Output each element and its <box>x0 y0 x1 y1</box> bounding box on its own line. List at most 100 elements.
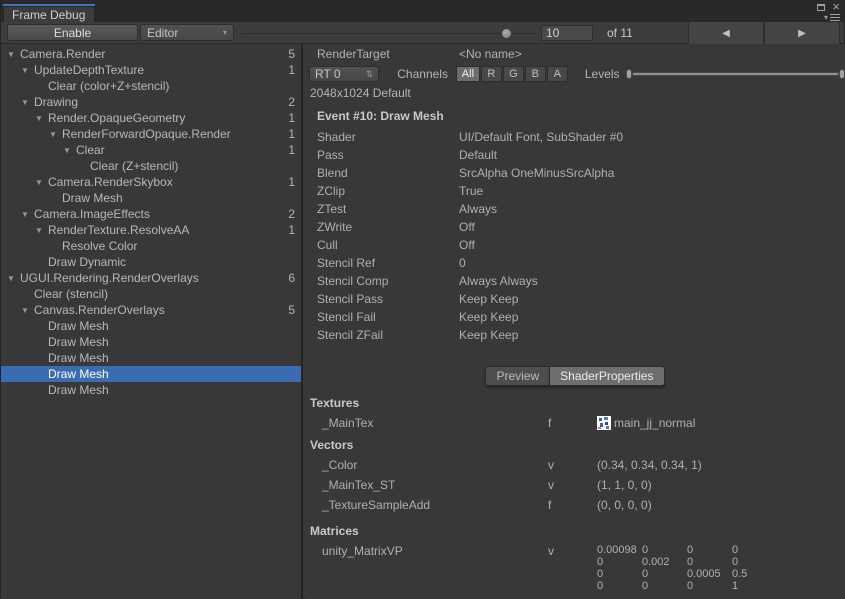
foldout-icon[interactable]: ▼ <box>35 178 48 187</box>
tree-item[interactable]: Clear (color+Z+stencil) <box>1 78 301 94</box>
tree-item[interactable]: Clear (Z+stencil) <box>1 158 301 174</box>
frame-slider-handle[interactable] <box>501 28 512 39</box>
frame-slider-track[interactable] <box>241 33 536 34</box>
tree-item-selected[interactable]: Draw Mesh <box>1 366 301 382</box>
texture-thumbnail-icon[interactable] <box>597 416 611 430</box>
enable-button[interactable]: Enable <box>7 24 138 41</box>
channel-button-a[interactable]: A <box>547 66 568 82</box>
foldout-icon[interactable]: ▼ <box>21 210 34 219</box>
tree-item[interactable]: Clear (stencil) <box>1 286 301 302</box>
vector-value: (0.34, 0.34, 0.34, 1) <box>597 458 702 472</box>
levels-slider-min-handle[interactable] <box>626 69 632 79</box>
property-label: ZWrite <box>317 220 459 234</box>
foldout-icon[interactable]: ▼ <box>49 130 62 139</box>
prev-icon: ◀ <box>722 28 730 39</box>
target-dropdown[interactable]: Editor ▾ <box>140 24 234 41</box>
chevron-down-icon: ▾ <box>824 13 828 22</box>
texture-name: _MainTex <box>322 416 548 430</box>
tree-item[interactable]: Draw Mesh <box>1 382 301 398</box>
tree-item[interactable]: Draw Mesh <box>1 318 301 334</box>
property-label: Pass <box>317 148 459 162</box>
tree-item[interactable]: Draw Mesh <box>1 190 301 206</box>
matrix-name: unity_MatrixVP <box>322 544 548 558</box>
tree-item[interactable]: ▼ RenderTexture.ResolveAA 1 <box>1 222 301 238</box>
next-icon: ▶ <box>798 28 806 39</box>
channel-button-all[interactable]: All <box>456 66 480 82</box>
tree-item[interactable]: Resolve Color <box>1 238 301 254</box>
property-value: Always <box>459 202 497 216</box>
foldout-icon[interactable]: ▼ <box>35 114 48 123</box>
levels-slider-range[interactable] <box>632 72 839 76</box>
pane-menu-button[interactable]: ▾ <box>824 13 840 22</box>
tree-item[interactable]: ▼ Camera.RenderSkybox 1 <box>1 174 301 190</box>
tab-preview[interactable]: Preview <box>485 366 549 386</box>
tree-item-label: Clear <box>76 143 105 157</box>
chevron-down-icon: ▾ <box>223 28 227 37</box>
tree-item-label: Camera.RenderSkybox <box>48 175 173 189</box>
tree-item[interactable]: ▼ Render.OpaqueGeometry 1 <box>1 110 301 126</box>
channel-button-r[interactable]: R <box>481 66 502 82</box>
section-header-matrices: Matrices <box>310 524 359 538</box>
tree-item[interactable]: ▼ UpdateDepthTexture 1 <box>1 62 301 78</box>
rt-dropdown[interactable]: RT 0 ⇅ <box>309 66 379 82</box>
tree-item[interactable]: ▼ Canvas.RenderOverlays 5 <box>1 302 301 318</box>
property-value: Always Always <box>459 274 538 288</box>
tree-item[interactable]: ▼ Camera.Render 5 <box>1 46 301 62</box>
foldout-icon[interactable]: ▼ <box>21 66 34 75</box>
tree-item-label: Draw Mesh <box>48 335 109 349</box>
foldout-icon[interactable]: ▼ <box>7 50 20 59</box>
frame-slider[interactable] <box>241 22 536 44</box>
property-value: Default <box>459 148 497 162</box>
tree-item[interactable]: ▼ Drawing 2 <box>1 94 301 110</box>
vector-type: v <box>548 478 597 492</box>
tree-item-count: 5 <box>288 303 295 317</box>
toolbar: Enable Editor ▾ of 11 ◀ ▶ <box>1 22 844 44</box>
tree-item-count: 1 <box>288 63 295 77</box>
tree-item[interactable]: ▼ UGUI.Rendering.RenderOverlays 6 <box>1 270 301 286</box>
tree-item-label: Draw Mesh <box>62 191 123 205</box>
close-icon[interactable]: × <box>832 2 840 12</box>
vector-type: f <box>548 498 597 512</box>
tree-item[interactable]: ▼ Camera.ImageEffects 2 <box>1 206 301 222</box>
foldout-icon[interactable]: ▼ <box>7 274 20 283</box>
property-value: Off <box>459 238 475 252</box>
matrix-type: v <box>548 544 597 558</box>
tree-item[interactable]: ▼ RenderForwardOpaque.Render 1 <box>1 126 301 142</box>
levels-slider-max-handle[interactable] <box>839 69 845 79</box>
property-value: Keep Keep <box>459 310 518 324</box>
tree-item-label: Clear (Z+stencil) <box>90 159 178 173</box>
channel-button-b[interactable]: B <box>525 66 546 82</box>
next-event-button[interactable]: ▶ <box>764 22 840 44</box>
tree-item-label: Drawing <box>34 95 78 109</box>
texture-asset-name[interactable]: main_jj_normal <box>614 416 695 430</box>
tree-item[interactable]: Draw Mesh <box>1 350 301 366</box>
prev-event-button[interactable]: ◀ <box>688 22 764 44</box>
target-dropdown-value: Editor <box>147 26 178 40</box>
tree-item-label: UpdateDepthTexture <box>34 63 144 77</box>
tree-item-label: Canvas.RenderOverlays <box>34 303 165 317</box>
property-label: Stencil ZFail <box>317 328 459 342</box>
frame-number-input[interactable] <box>541 25 593 41</box>
property-label: ZTest <box>317 202 459 216</box>
texture-value[interactable]: main_jj_normal <box>597 416 695 430</box>
foldout-icon[interactable]: ▼ <box>21 98 34 107</box>
tree-item[interactable]: ▼ Clear 1 <box>1 142 301 158</box>
channel-button-g[interactable]: G <box>503 66 524 82</box>
tree-item-label: Clear (color+Z+stencil) <box>48 79 169 93</box>
tree-item-label: Draw Mesh <box>48 351 109 365</box>
levels-minmax-slider[interactable] <box>626 66 845 82</box>
tree-item-label: UGUI.Rendering.RenderOverlays <box>20 271 199 285</box>
tree-item[interactable]: Draw Dynamic <box>1 254 301 270</box>
tab-shader-properties[interactable]: ShaderProperties <box>549 366 664 386</box>
foldout-icon[interactable]: ▼ <box>35 226 48 235</box>
channels-label: Channels <box>397 67 448 81</box>
restore-icon[interactable] <box>817 4 825 11</box>
tree-item-label: Draw Mesh <box>48 383 109 397</box>
foldout-icon[interactable]: ▼ <box>21 306 34 315</box>
tab-frame-debug[interactable]: Frame Debug <box>3 6 95 22</box>
rt-dropdown-value: RT 0 <box>315 67 341 81</box>
tree-item[interactable]: Draw Mesh <box>1 334 301 350</box>
event-tree-panel: ▼ Camera.Render 5 ▼ UpdateDepthTexture 1… <box>1 44 303 599</box>
foldout-icon[interactable]: ▼ <box>63 146 76 155</box>
property-label: Stencil Comp <box>317 274 459 288</box>
